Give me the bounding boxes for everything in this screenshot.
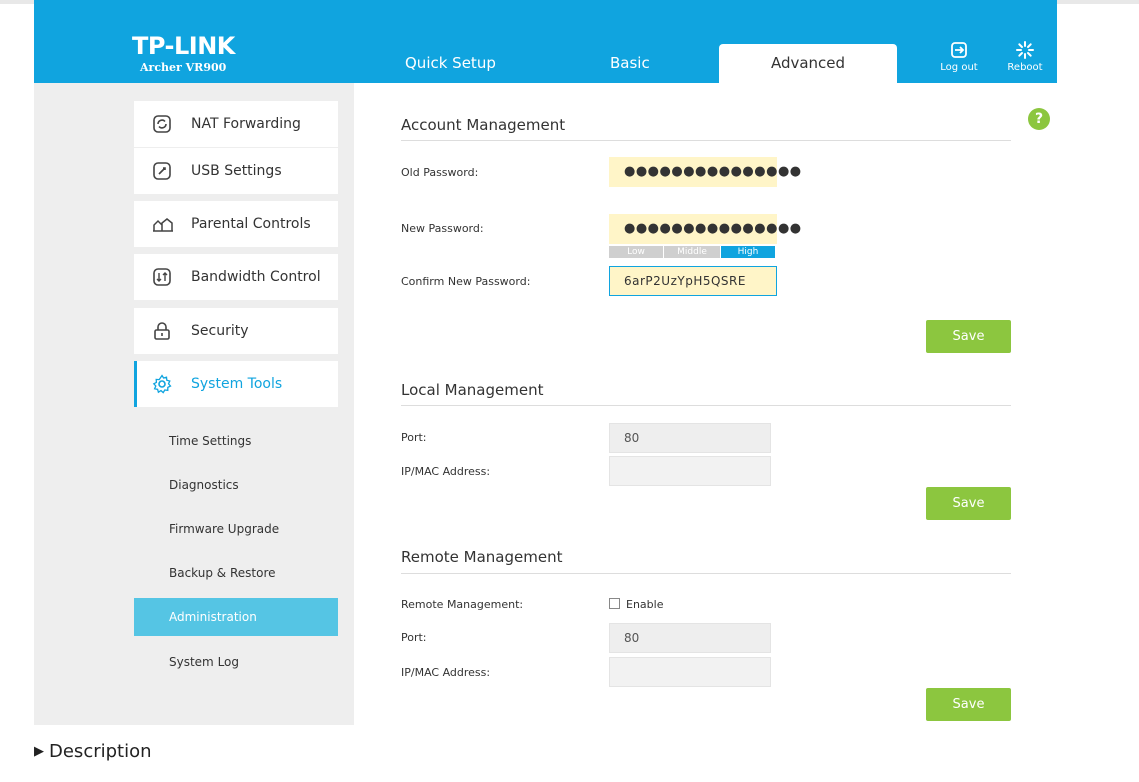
model-name: Archer VR900 — [140, 61, 227, 74]
local-port-field[interactable]: 80 — [609, 423, 771, 453]
sidebar-item-label: NAT Forwarding — [191, 116, 301, 132]
description-toggle[interactable]: ▶ Description — [34, 741, 152, 762]
sidebar-item-bandwidth-control[interactable]: Bandwidth Control — [134, 254, 338, 300]
submenu-administration[interactable]: Administration — [134, 598, 338, 636]
strength-high: High — [721, 246, 775, 258]
sidebar-item-label: Parental Controls — [191, 216, 311, 232]
reboot-button[interactable]: Reboot — [1000, 40, 1050, 73]
submenu-backup-restore[interactable]: Backup & Restore — [134, 554, 338, 592]
strength-low: Low — [609, 246, 663, 258]
sidebar-item-nat-forwarding[interactable]: NAT Forwarding — [134, 101, 338, 147]
sidebar-item-parental-controls[interactable]: Parental Controls — [134, 201, 338, 247]
description-label: Description — [49, 741, 152, 762]
old-password-label: Old Password: — [401, 166, 479, 179]
reboot-label: Reboot — [1007, 62, 1043, 73]
remote-ipmac-field[interactable] — [609, 657, 771, 687]
sidebar-item-security[interactable]: Security — [134, 308, 338, 354]
remote-port-label: Port: — [401, 631, 427, 644]
sidebar-item-label: Security — [191, 323, 249, 339]
router-admin-app: TP-LINK Archer VR900 Quick Setup Basic A… — [34, 0, 1057, 725]
new-password-label: New Password: — [401, 222, 484, 235]
submenu-time-settings[interactable]: Time Settings — [134, 422, 338, 460]
brand-logo: TP-LINK — [132, 32, 235, 60]
submenu-firmware-upgrade[interactable]: Firmware Upgrade — [134, 510, 338, 548]
logout-icon — [934, 40, 984, 62]
tab-advanced[interactable]: Advanced — [719, 44, 897, 83]
parental-controls-icon — [152, 214, 173, 234]
bandwidth-control-icon — [152, 267, 172, 287]
section-title-local: Local Management — [401, 381, 544, 399]
section-title-remote: Remote Management — [401, 548, 563, 566]
section-title-account: Account Management — [401, 116, 566, 134]
divider — [401, 573, 1011, 574]
remote-ipmac-label: IP/MAC Address: — [401, 666, 491, 679]
save-account-button[interactable]: Save — [926, 320, 1011, 353]
submenu-system-log[interactable]: System Log — [134, 643, 338, 681]
submenu-diagnostics[interactable]: Diagnostics — [134, 466, 338, 504]
sidebar-item-label: USB Settings — [191, 163, 282, 179]
sidebar-item-label: Bandwidth Control — [191, 269, 321, 285]
nat-forwarding-icon — [152, 114, 172, 134]
reboot-icon — [1000, 40, 1050, 62]
save-local-button[interactable]: Save — [926, 487, 1011, 520]
sidebar-item-usb-settings[interactable]: USB Settings — [134, 148, 338, 194]
tab-quick-setup[interactable]: Quick Setup — [405, 44, 496, 83]
confirm-password-field[interactable]: 6arP2UzYpH5QSRE — [609, 266, 777, 296]
confirm-password-label: Confirm New Password: — [401, 275, 531, 288]
lock-icon — [152, 321, 172, 341]
logout-button[interactable]: Log out — [934, 40, 984, 73]
help-icon[interactable]: ? — [1028, 108, 1050, 130]
logout-label: Log out — [940, 62, 978, 73]
remote-management-label: Remote Management: — [401, 598, 524, 611]
save-remote-button[interactable]: Save — [926, 688, 1011, 721]
divider — [401, 405, 1011, 406]
sidebar-item-label: System Tools — [191, 376, 283, 392]
enable-label: Enable — [626, 598, 664, 611]
gear-icon — [152, 374, 172, 394]
local-ipmac-field[interactable] — [609, 456, 771, 486]
header-bar: TP-LINK Archer VR900 Quick Setup Basic A… — [34, 0, 1057, 83]
new-password-field[interactable]: ●●●●●●●●●●●●●●● — [609, 214, 801, 244]
local-port-label: Port: — [401, 431, 427, 444]
strength-middle: Middle — [664, 246, 720, 258]
old-password-field[interactable]: ●●●●●●●●●●●●●●● — [609, 157, 801, 187]
password-strength-meter: Low Middle High — [609, 246, 775, 258]
checkbox-box[interactable] — [609, 598, 620, 609]
disclosure-triangle-icon: ▶ — [34, 744, 44, 759]
remote-port-field[interactable]: 80 — [609, 623, 771, 653]
divider — [401, 140, 1011, 141]
tab-basic[interactable]: Basic — [610, 44, 650, 83]
remote-enable-checkbox[interactable]: Enable — [609, 598, 663, 611]
sidebar: NAT Forwarding USB Settings Parental Con… — [34, 83, 354, 725]
usb-settings-icon — [152, 161, 172, 181]
sidebar-item-system-tools[interactable]: System Tools — [134, 361, 338, 407]
local-ipmac-label: IP/MAC Address: — [401, 465, 491, 478]
